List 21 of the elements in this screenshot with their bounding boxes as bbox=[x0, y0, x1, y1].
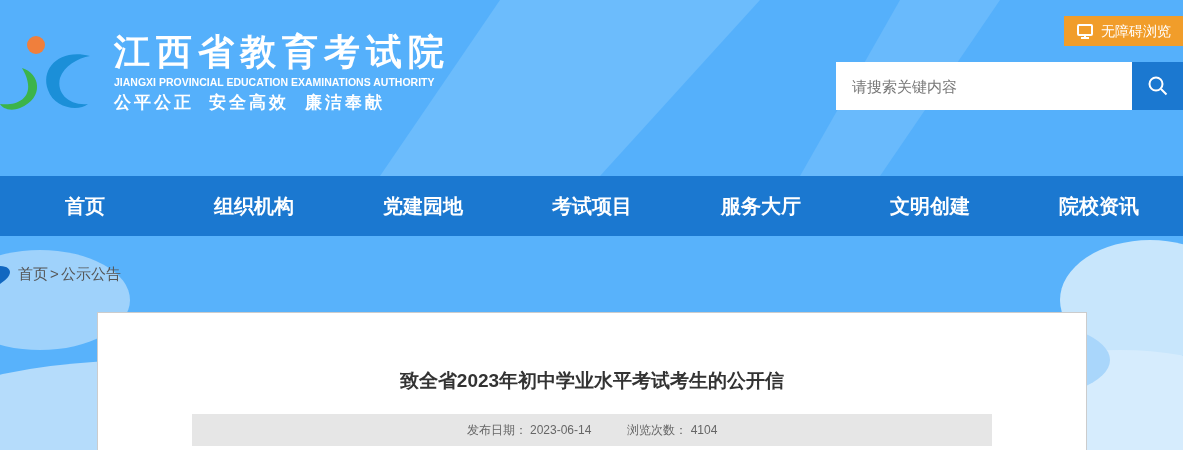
location-pin-icon bbox=[0, 264, 10, 284]
nav-item[interactable]: 首页 bbox=[0, 191, 169, 221]
monitor-icon bbox=[1076, 23, 1093, 39]
breadcrumb-link[interactable]: 公示公告 bbox=[60, 262, 121, 286]
breadcrumb-link[interactable]: 首页 bbox=[18, 262, 48, 286]
meta-text: 发布日期： 2023-06-14 bbox=[466, 422, 592, 439]
article-title: 致全省2023年初中学业水平考试考生的公开信 bbox=[399, 369, 785, 393]
breadcrumb-separator: > bbox=[50, 263, 59, 284]
search-button[interactable] bbox=[1132, 62, 1183, 110]
search-icon bbox=[1147, 76, 1168, 96]
site-title: 江西省教育考试院 bbox=[114, 31, 450, 73]
meta-text: 浏览次数： 4104 bbox=[627, 422, 718, 439]
search-field[interactable]: 请搜索关键内容 bbox=[836, 62, 1132, 110]
nav-item[interactable]: 考试项目 bbox=[507, 191, 676, 221]
nav-item[interactable]: 组织机构 bbox=[169, 191, 338, 221]
site-subtitle: JIANGXI PROVINCIAL EDUCATION EXAMINATIONS AUTHORITY bbox=[114, 75, 436, 90]
motto: 公平公正 安全高效 廉洁奉献 bbox=[114, 92, 386, 114]
nav-item[interactable]: 党建园地 bbox=[338, 191, 507, 221]
nav-item[interactable]: 院校资讯 bbox=[1014, 191, 1183, 221]
nav-item[interactable]: 服务大厅 bbox=[676, 191, 845, 221]
nav-item[interactable]: 文明创建 bbox=[845, 191, 1014, 221]
